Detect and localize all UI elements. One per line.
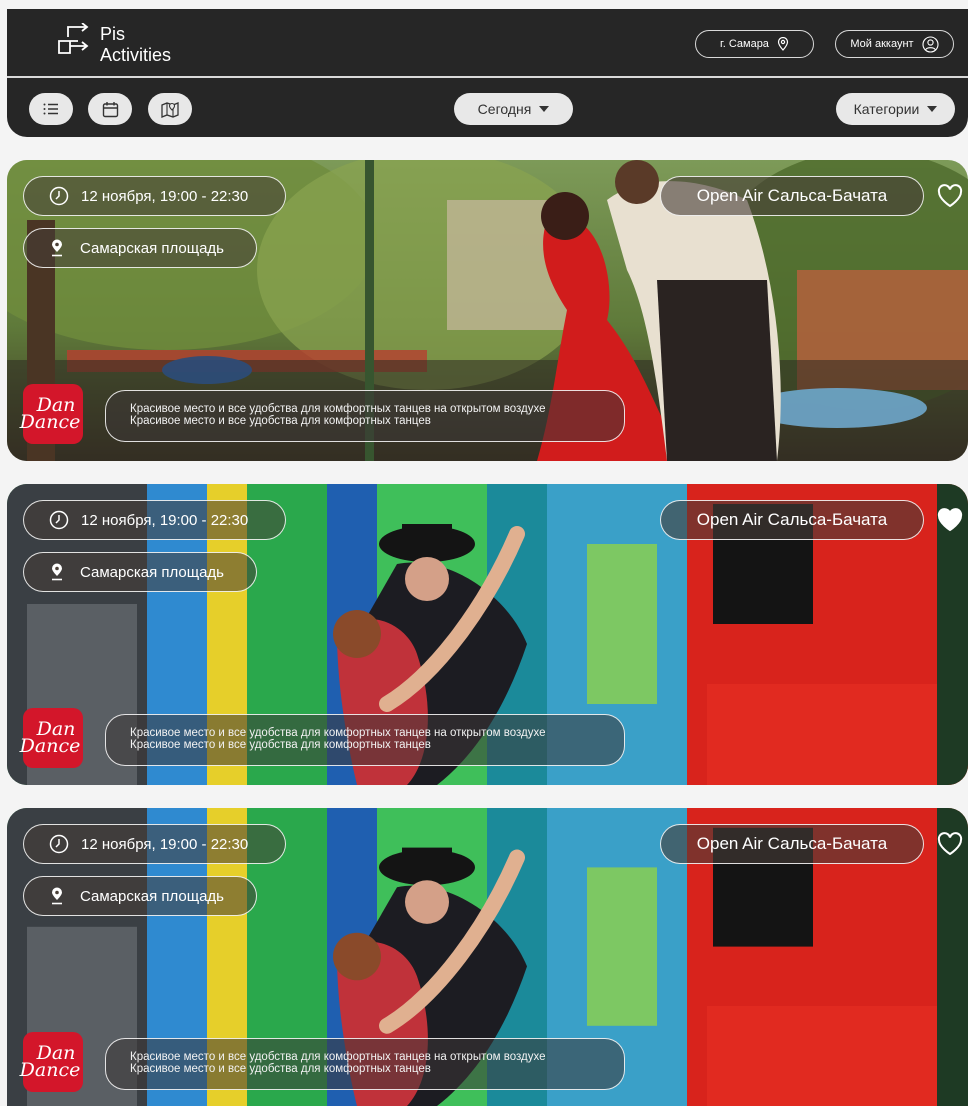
clock-icon — [49, 834, 69, 854]
event-description-line-2: Красивое место и все удобства для комфор… — [130, 415, 431, 427]
event-card[interactable]: 12 ноября, 19:00 - 22:30 Самарская площа… — [7, 808, 968, 1106]
location-pin-icon — [777, 37, 789, 51]
event-description-line-1: Красивое место и все удобства для комфор… — [130, 403, 546, 415]
heart-outline-icon[interactable] — [937, 832, 963, 856]
map-icon — [161, 101, 179, 118]
event-description-line-1: Красивое место и все удобства для комфор… — [130, 727, 546, 739]
event-description: Красивое место и все удобства для комфор… — [105, 714, 625, 766]
organizer-logo[interactable]: Dan Dance — [19, 384, 83, 444]
event-place-chip[interactable]: Самарская площадь — [23, 552, 257, 592]
date-filter-label: Сегодня — [477, 101, 532, 117]
heart-filled-icon[interactable] — [937, 508, 963, 532]
logo-line-1: Pis — [100, 24, 126, 44]
logo-icon — [58, 23, 89, 54]
organizer-logo-line-2: Dance — [19, 735, 81, 757]
event-description: Красивое место и все удобства для комфор… — [105, 1038, 625, 1090]
account-label: Мой аккаунт — [850, 38, 914, 50]
category-filter-label: Категории — [853, 101, 920, 117]
organizer-logo[interactable]: Dan Dance — [19, 1032, 83, 1092]
map-view-button[interactable] — [148, 93, 192, 125]
list-icon — [43, 103, 58, 115]
city-label: г. Самара — [720, 38, 769, 50]
event-description-line-1: Красивое место и все удобства для комфор… — [130, 1051, 546, 1063]
event-title[interactable]: Open Air Сальса-Бачата — [660, 176, 924, 216]
event-place: Самарская площадь — [80, 887, 225, 905]
organizer-logo-line-2: Dance — [19, 1059, 81, 1081]
date-filter-dropdown[interactable]: Сегодня — [454, 93, 573, 125]
app-header: Pis Activities г. Самара Мой аккаунт Сег… — [7, 9, 968, 137]
event-datetime: 12 ноября, 19:00 - 22:30 — [81, 187, 249, 205]
calendar-view-button[interactable] — [88, 93, 132, 125]
organizer-logo[interactable]: Dan Dance — [19, 708, 83, 768]
user-avatar-icon — [922, 35, 939, 53]
calendar-icon — [102, 101, 118, 117]
event-datetime: 12 ноября, 19:00 - 22:30 — [81, 511, 249, 529]
caret-down-icon — [539, 106, 550, 112]
city-button[interactable]: г. Самара — [695, 30, 814, 58]
event-datetime-chip[interactable]: 12 ноября, 19:00 - 22:30 — [23, 176, 286, 216]
organizer-logo-line-2: Dance — [19, 411, 81, 433]
header-filter-bar: Сегодня Категории — [7, 78, 968, 137]
event-datetime-chip[interactable]: 12 ноября, 19:00 - 22:30 — [23, 500, 286, 540]
category-filter-dropdown[interactable]: Категории — [836, 93, 955, 125]
clock-icon — [49, 186, 69, 206]
caret-down-icon — [927, 106, 938, 112]
event-title[interactable]: Open Air Сальса-Бачата — [660, 824, 924, 864]
event-place: Самарская площадь — [80, 563, 225, 581]
event-datetime-chip[interactable]: 12 ноября, 19:00 - 22:30 — [23, 824, 286, 864]
event-card[interactable]: 12 ноября, 19:00 - 22:30 Самарская площа… — [7, 484, 968, 785]
account-button[interactable]: Мой аккаунт — [835, 30, 954, 58]
event-card[interactable]: 12 ноября, 19:00 - 22:30 Самарская площа… — [7, 160, 968, 461]
event-place-chip[interactable]: Самарская площадь — [23, 876, 257, 916]
location-pin-icon — [50, 239, 64, 257]
event-title[interactable]: Open Air Сальса-Бачата — [660, 500, 924, 540]
event-place-chip[interactable]: Самарская площадь — [23, 228, 257, 268]
event-place: Самарская площадь — [80, 239, 225, 257]
event-description-line-2: Красивое место и все удобства для комфор… — [130, 1063, 431, 1075]
location-pin-icon — [50, 563, 64, 581]
location-pin-icon — [50, 887, 64, 905]
logo-text: Pis Activities — [100, 24, 171, 66]
clock-icon — [49, 510, 69, 530]
header-top-bar: Pis Activities г. Самара Мой аккаунт — [7, 9, 968, 78]
logo-line-2: Activities — [100, 45, 172, 65]
list-view-button[interactable] — [29, 93, 73, 125]
event-description-line-2: Красивое место и все удобства для комфор… — [130, 739, 431, 751]
event-datetime: 12 ноября, 19:00 - 22:30 — [81, 835, 249, 853]
heart-outline-icon[interactable] — [937, 184, 963, 208]
event-description: Красивое место и все удобства для комфор… — [105, 390, 625, 442]
app-logo[interactable]: Pis Activities — [56, 23, 171, 66]
